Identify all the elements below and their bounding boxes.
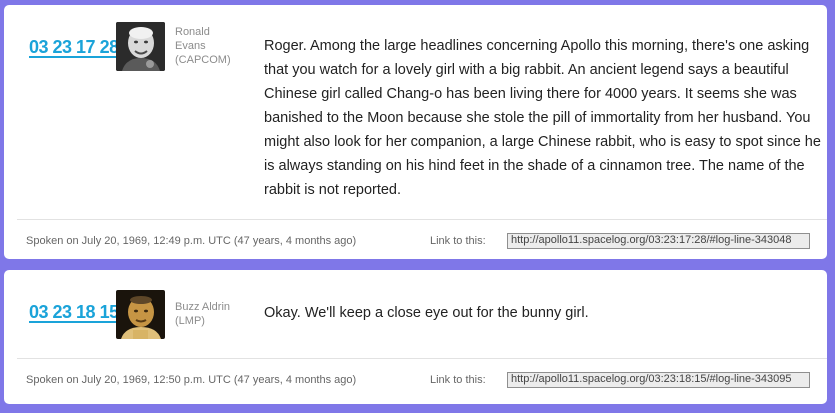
speaker-role: (LMP) (175, 315, 205, 327)
speaker-name: Buzz Aldrin (LMP) (175, 300, 230, 328)
speaker-last-name: Evans (175, 40, 206, 52)
speaker-name: Ronald Evans (CAPCOM) (175, 25, 231, 67)
speaker-avatar (116, 22, 165, 71)
timestamp-link[interactable]: 03 23 17 28 (29, 37, 119, 58)
log-entry-card: 03 23 18 15 Buzz Aldrin (LMP) Okay. We'l… (4, 270, 827, 404)
divider (17, 358, 827, 359)
permalink-field[interactable]: http://apollo11.spacelog.org/03:23:17:28… (507, 233, 810, 249)
message-text: Okay. We'll keep a close eye out for the… (264, 305, 589, 321)
permalink-field[interactable]: http://apollo11.spacelog.org/03:23:18:15… (507, 372, 810, 388)
link-label: Link to this: (430, 235, 486, 247)
speaker-first-name: Ronald (175, 26, 210, 38)
speaker-first-name: Buzz Aldrin (175, 301, 231, 313)
link-label: Link to this: (430, 374, 486, 386)
log-entry-card: 03 23 17 28 Ronald Evans (CAPCOM) Roger.… (4, 5, 827, 259)
spoken-on-text: Spoken on July 20, 1969, 12:49 p.m. UTC … (26, 235, 357, 247)
divider (17, 219, 827, 220)
ronald-evans-photo-icon (116, 22, 165, 71)
spoken-on-text: Spoken on July 20, 1969, 12:50 p.m. UTC … (26, 374, 357, 386)
timestamp-link[interactable]: 03 23 18 15 (29, 302, 119, 323)
speaker-role: (CAPCOM) (175, 54, 231, 66)
speaker-avatar (116, 290, 165, 339)
message-text: Roger. Among the large headlines concern… (264, 38, 821, 198)
buzz-aldrin-photo-icon (116, 290, 165, 339)
